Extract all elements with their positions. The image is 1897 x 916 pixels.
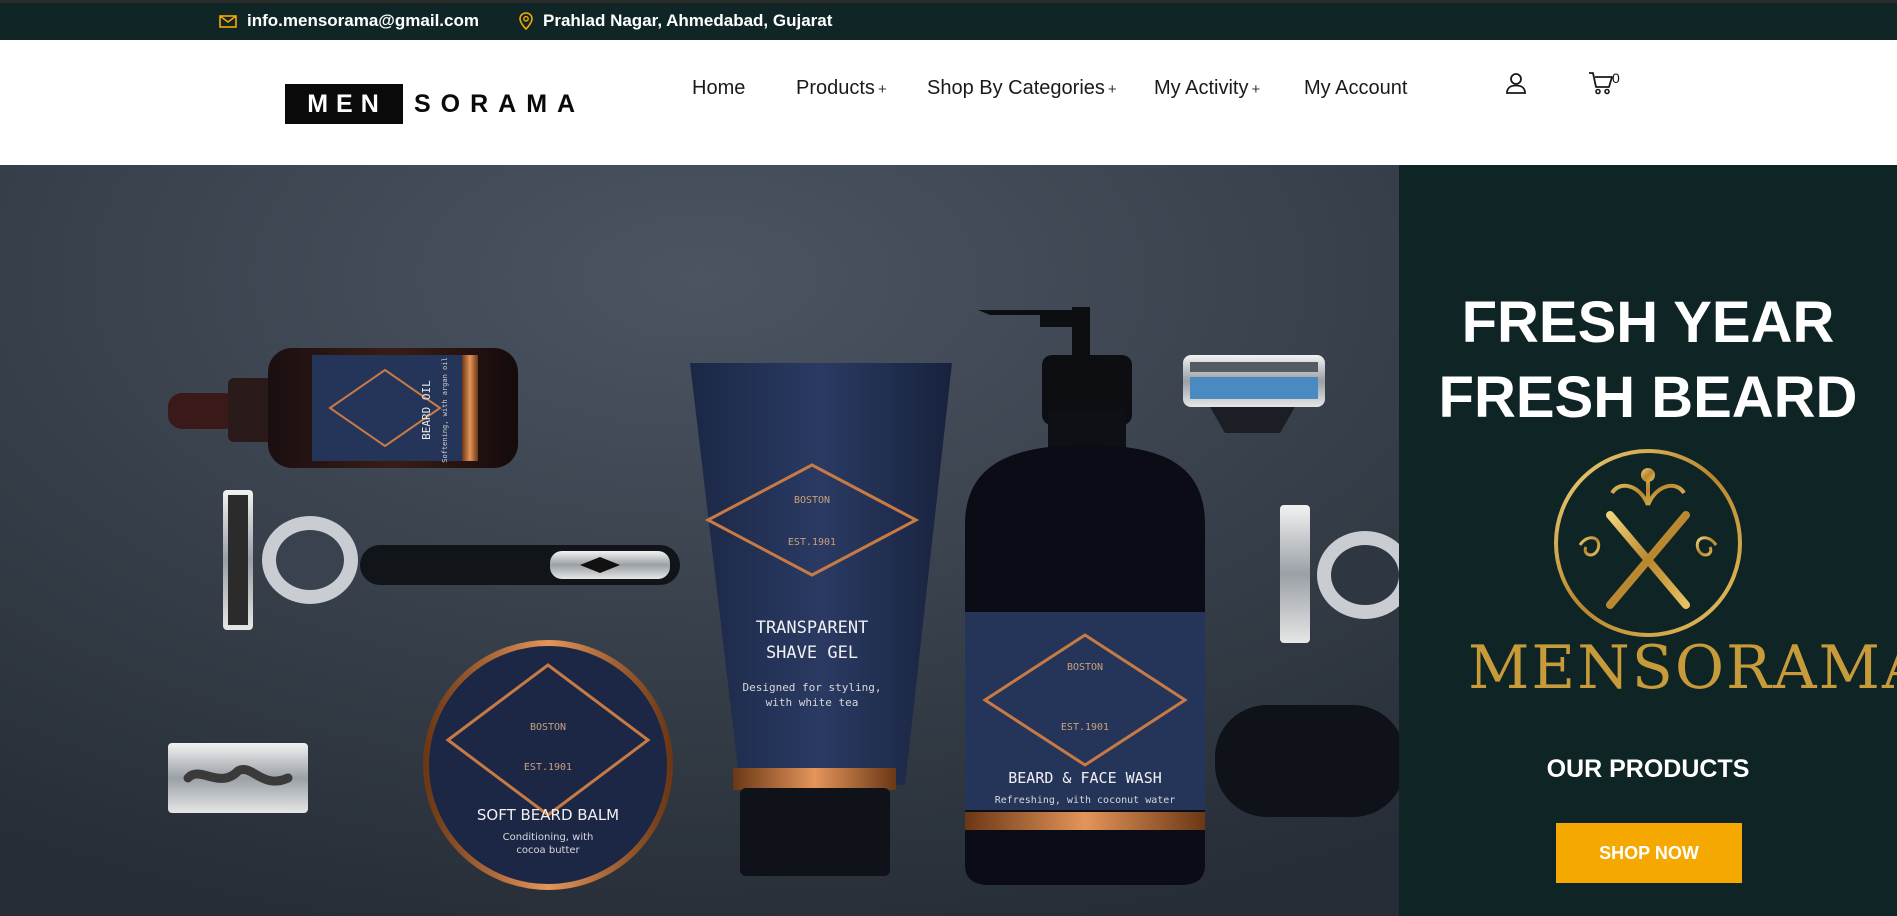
gel-label-1: TRANSPARENT	[756, 618, 869, 638]
contact-address: Prahlad Nagar, Ahmedabad, Gujarat	[519, 11, 832, 31]
hero-title-line-2: FRESH BEARD	[1438, 365, 1858, 430]
nav-item-shop-by-categories[interactable]: Shop By Categories +	[927, 77, 1117, 100]
logo-box-text: MEN	[285, 84, 403, 124]
nav-item-products[interactable]: Products +	[796, 77, 887, 100]
gel-badge-est: EST.1901	[788, 537, 836, 548]
beard-oil-sublabel: Softening, with argan oil	[441, 357, 449, 462]
gel-badge-city: BOSTON	[794, 495, 830, 506]
site-logo[interactable]: MEN SORAMA	[285, 84, 585, 124]
shop-now-button[interactable]: SHOP NOW	[1556, 823, 1742, 883]
contact-email[interactable]: info.mensorama@gmail.com	[219, 11, 479, 31]
nav-item-my-account[interactable]: My Account	[1304, 77, 1407, 100]
nav-item-label: My Account	[1304, 77, 1408, 99]
nav-item-home[interactable]: Home	[692, 77, 745, 100]
razor-blade	[168, 743, 308, 813]
hero-product-photo: BEARD OIL Softening, with argan oil BOST…	[0, 165, 1399, 916]
cart-count-badge: 0	[1612, 70, 1620, 86]
gel-label-2: SHAVE GEL	[766, 643, 858, 663]
wash-badge-city: BOSTON	[1067, 662, 1103, 673]
our-products-label: OUR PRODUCTS	[1546, 755, 1750, 783]
gel-sublabel-2: with white tea	[766, 696, 859, 709]
wash-label: BEARD & FACE WASH	[1008, 769, 1162, 787]
hero-title-line-1: FRESH YEAR	[1461, 290, 1835, 355]
wash-sublabel: Refreshing, with coconut water	[995, 795, 1176, 806]
cart-icon[interactable]	[1588, 71, 1614, 95]
brand-wordmark: MENSORAMA	[1468, 633, 1897, 703]
beard-balm-tin: BOSTON EST.1901 SOFT BEARD BALM Conditio…	[423, 640, 673, 890]
logo-rest-text: SORAMA	[414, 89, 586, 118]
expand-plus-icon: +	[1251, 81, 1261, 98]
user-icon[interactable]	[1505, 72, 1527, 94]
beard-oil-label: BEARD OIL	[420, 380, 433, 440]
contact-email-text: info.mensorama@gmail.com	[247, 11, 479, 30]
nav-item-my-activity[interactable]: My Activity +	[1154, 77, 1260, 100]
contact-address-text: Prahlad Nagar, Ahmedabad, Gujarat	[543, 11, 833, 30]
hero-title: FRESH YEAR FRESH BEARD	[1399, 285, 1897, 435]
expand-plus-icon: +	[877, 81, 887, 98]
nav-item-label: Home	[692, 77, 746, 99]
brand-emblem-icon	[1554, 449, 1742, 637]
nav-item-label: Shop By Categories	[927, 77, 1105, 99]
wash-badge-est: EST.1901	[1061, 722, 1109, 733]
balm-label: SOFT BEARD BALM	[477, 806, 619, 824]
site-header: MEN SORAMA Home Products + Shop By Categ…	[0, 40, 1897, 165]
expand-plus-icon: +	[1107, 81, 1117, 98]
balm-badge-est: EST.1901	[524, 762, 572, 773]
hero-banner: BEARD OIL Softening, with argan oil BOST…	[0, 165, 1897, 916]
mail-icon	[219, 14, 237, 28]
nav-item-label: Products	[796, 77, 875, 99]
gel-sublabel-1: Designed for styling,	[742, 681, 881, 694]
nav-item-label: My Activity	[1154, 77, 1249, 99]
top-info-bar: info.mensorama@gmail.com Prahlad Nagar, …	[0, 0, 1897, 40]
balm-badge-city: BOSTON	[530, 722, 566, 733]
balm-sublabel-1: Conditioning, with	[503, 832, 594, 843]
balm-sublabel-2: cocoa butter	[516, 845, 580, 856]
location-pin-icon	[519, 12, 533, 30]
